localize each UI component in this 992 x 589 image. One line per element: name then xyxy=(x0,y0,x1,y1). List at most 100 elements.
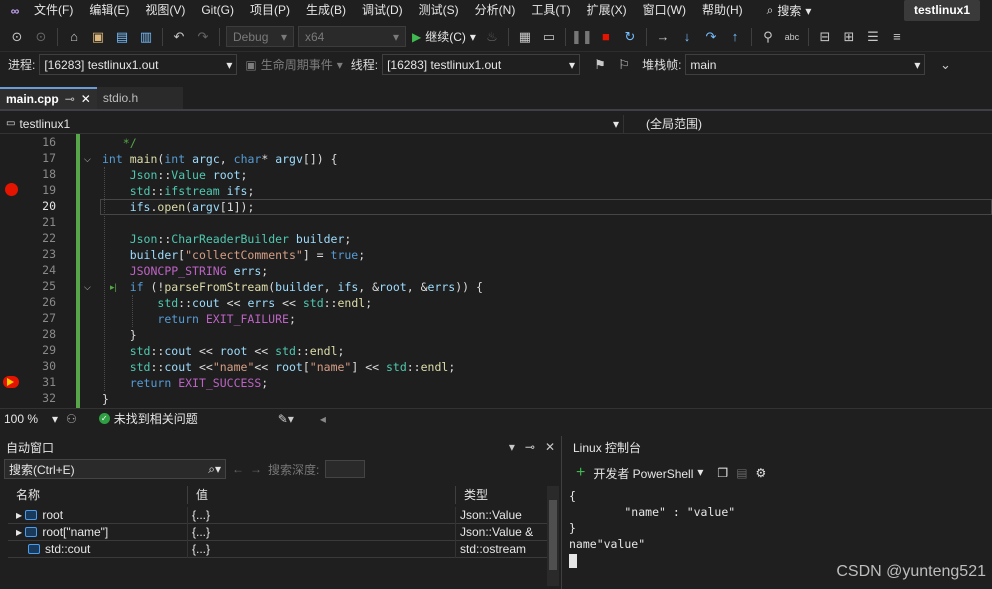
uncomment-icon[interactable]: ⊞ xyxy=(838,26,860,48)
flame-icon[interactable]: ♨ xyxy=(481,26,503,48)
table-row[interactable]: std::cout {...} std::ostream xyxy=(8,540,548,558)
collapse-icon[interactable]: ⌵ xyxy=(84,154,91,165)
spell-check-icon[interactable]: abc xyxy=(781,26,803,48)
chevron-down-icon: ▾ xyxy=(226,57,233,72)
browse-icon[interactable]: ▦ xyxy=(514,26,536,48)
code-line: std::cout << errs << std::endl; xyxy=(157,296,373,310)
code-line: builder["collectComments"] = true; xyxy=(129,248,366,262)
table-row[interactable]: ▸ root {...} Json::Value xyxy=(8,506,548,524)
add-icon[interactable]: + xyxy=(576,464,585,482)
play-icon: ▶ xyxy=(412,29,422,44)
execution-pointer-icon[interactable] xyxy=(3,376,19,388)
scroll-left-icon[interactable]: ◂ xyxy=(320,412,326,426)
thread-select[interactable]: [16283] testlinux1.out ▾ xyxy=(382,54,581,75)
menu-debug[interactable]: 调试(D) xyxy=(354,0,411,21)
tab-main-cpp[interactable]: main.cpp ⊸ ✕ xyxy=(0,87,97,109)
forward-icon[interactable]: ⊙ xyxy=(30,26,52,48)
save-icon[interactable]: ▤ xyxy=(111,26,133,48)
back-arrow-icon[interactable]: ← xyxy=(232,462,244,476)
expand-icon[interactable]: ▸ xyxy=(16,525,22,539)
separator xyxy=(807,27,809,46)
search-menu[interactable]: ⌕ 搜索 ▾ xyxy=(761,2,818,19)
show-next-statement-icon[interactable]: → xyxy=(652,26,674,48)
line-number: 29 xyxy=(42,343,56,357)
lifecycle-events-button[interactable]: ▣ 生命周期事件 ▾ xyxy=(245,56,342,73)
filter-threads-icon[interactable]: ⚐ xyxy=(613,54,635,76)
back-icon[interactable]: ⊙ xyxy=(6,26,28,48)
pin-icon[interactable]: ⊸ xyxy=(525,440,535,454)
open-folder-icon[interactable]: ▣ xyxy=(87,26,109,48)
copy-icon[interactable]: ❐ xyxy=(717,466,728,480)
diagnostics-icon[interactable]: ⚲ xyxy=(757,26,779,48)
menu-extensions[interactable]: 扩展(X) xyxy=(579,0,635,21)
paste-icon[interactable]: ▤ xyxy=(736,466,747,480)
menu-git[interactable]: Git(G) xyxy=(193,0,242,21)
menu-window[interactable]: 窗口(W) xyxy=(635,0,694,21)
layout-icon[interactable]: ▭ xyxy=(538,26,560,48)
menu-build[interactable]: 生成(B) xyxy=(298,0,354,21)
comment-icon[interactable]: ⊟ xyxy=(814,26,836,48)
new-project-icon[interactable]: ⌂ xyxy=(63,26,85,48)
menu-file[interactable]: 文件(F) xyxy=(26,0,81,21)
stack-frame-select[interactable]: main ▾ xyxy=(685,54,926,75)
outdent-icon[interactable]: ≡ xyxy=(886,26,908,48)
menu-analyze[interactable]: 分析(N) xyxy=(467,0,524,21)
menu-help[interactable]: 帮助(H) xyxy=(694,0,751,21)
var-type: std::ostream xyxy=(460,541,527,556)
line-number: 16 xyxy=(42,135,56,149)
quick-actions-icon[interactable]: ✎▾ xyxy=(278,412,294,426)
menu-test[interactable]: 测试(S) xyxy=(411,0,467,21)
code-line: int main(int argc, char* argv[]) { xyxy=(102,152,338,166)
code-line: return EXIT_FAILURE; xyxy=(157,312,296,326)
scrollbar-thumb[interactable] xyxy=(549,500,557,570)
restart-icon[interactable]: ↻ xyxy=(619,26,641,48)
gear-icon[interactable]: ⚙ xyxy=(756,466,767,480)
configuration-select[interactable]: Debug ▾ xyxy=(226,26,294,47)
developer-powershell-dropdown[interactable]: 开发者 PowerShell ▾ xyxy=(593,465,703,482)
stop-icon[interactable]: ■ xyxy=(595,26,617,48)
redo-icon[interactable]: ↷ xyxy=(192,26,214,48)
depth-select[interactable] xyxy=(325,460,366,478)
step-out-icon[interactable]: ↑ xyxy=(724,26,746,48)
platform-select[interactable]: x64 ▾ xyxy=(298,26,406,47)
project-dropdown[interactable]: ▭ testlinux1 ▾ xyxy=(0,114,624,133)
step-into-icon[interactable]: ↓ xyxy=(676,26,698,48)
forward-arrow-icon[interactable]: → xyxy=(250,462,262,476)
close-icon[interactable]: ✕ xyxy=(81,92,91,106)
autos-scrollbar[interactable] xyxy=(547,486,559,586)
menu-view[interactable]: 视图(V) xyxy=(137,0,193,21)
collapse-icon[interactable]: ⌵ xyxy=(84,282,91,293)
flag-icon[interactable]: ⚑ xyxy=(589,54,611,76)
table-row[interactable]: ▸ root["name"] {...} Json::Value & xyxy=(8,523,548,541)
process-select[interactable]: [16283] testlinux1.out ▾ xyxy=(39,54,238,75)
scope-dropdown[interactable]: (全局范围) xyxy=(624,115,702,132)
step-over-icon[interactable]: ↷ xyxy=(700,26,722,48)
pause-icon[interactable]: ❚❚ xyxy=(571,26,593,48)
expand-icon[interactable]: ▸ xyxy=(16,508,22,522)
tab-stdio-h[interactable]: stdio.h xyxy=(96,87,183,109)
console-output[interactable]: { "name" : "value"} name"value" xyxy=(566,488,992,568)
line-number: 24 xyxy=(42,263,56,277)
code-line: */ xyxy=(102,136,137,150)
issues-indicator[interactable]: ✓ 未找到相关问题 xyxy=(98,410,198,427)
autos-search-input[interactable]: 搜索(Ctrl+E) ⌕▾ xyxy=(4,459,226,479)
continue-button[interactable]: ▶ 继续(C) ▾ xyxy=(408,28,480,45)
column-header-name[interactable]: 名称 xyxy=(8,486,188,504)
toolbar-overflow-icon[interactable]: ⌄ xyxy=(934,54,956,76)
save-all-icon[interactable]: ▥ xyxy=(135,26,157,48)
menu-edit[interactable]: 编辑(E) xyxy=(81,0,137,21)
close-icon[interactable]: ✕ xyxy=(545,440,555,454)
column-header-type[interactable]: 类型 xyxy=(456,486,548,504)
menu-tools[interactable]: 工具(T) xyxy=(523,0,578,21)
column-header-value[interactable]: 值 xyxy=(188,486,456,504)
code-editor[interactable]: 16 17 18 19 20 21 22 23 24 25 26 27 28 2… xyxy=(0,134,992,408)
zoom-select[interactable]: 100 % ▾ xyxy=(0,412,62,426)
menu-project[interactable]: 项目(P) xyxy=(242,0,298,21)
undo-icon[interactable]: ↶ xyxy=(168,26,190,48)
pin-icon[interactable]: ⊸ xyxy=(65,92,75,106)
breakpoint-icon[interactable] xyxy=(5,183,18,196)
line-number: 28 xyxy=(42,327,56,341)
copilot-icon[interactable]: ⚇ xyxy=(66,412,77,426)
indent-icon[interactable]: ☰ xyxy=(862,26,884,48)
window-menu-icon[interactable]: ▾ xyxy=(509,440,515,454)
